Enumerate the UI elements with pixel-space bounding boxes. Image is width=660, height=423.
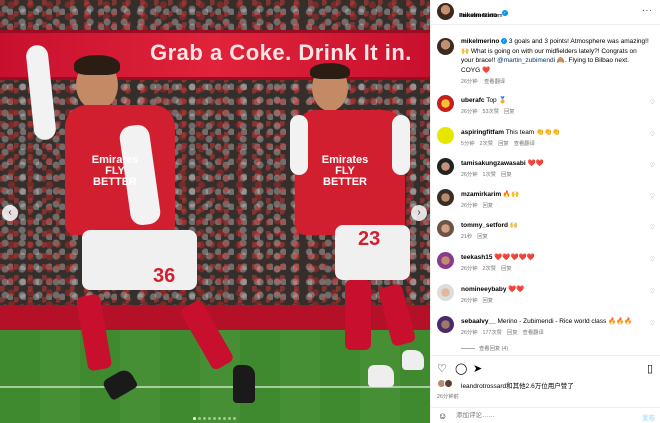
like-comment-icon[interactable]: ♡ [650,131,655,138]
comment-text: This team 👏👏👏 [505,129,561,136]
reply-button[interactable]: 回复 [501,266,512,272]
caption-mention[interactable]: @martin_zubimendi [497,57,555,64]
comment-avatar[interactable] [437,220,454,237]
comment-icon[interactable]: ◯ [455,362,467,375]
comment-avatar[interactable] [437,252,454,269]
next-image-button[interactable]: › [411,205,427,221]
comment-text: 🔥🙌 [502,191,520,198]
comment-username[interactable]: nomineeybaby [461,286,507,293]
like-icon[interactable]: ♡ [437,362,447,375]
comment-time: 26分钟 [461,298,478,304]
translate-button[interactable]: 查看翻译 [514,141,535,147]
like-comment-icon[interactable]: ♡ [650,224,655,231]
post-comment-button[interactable]: 发布 [642,412,655,422]
comment-avatar[interactable] [437,316,454,333]
comment-text: ❤️❤️ [527,160,544,167]
view-replies-button[interactable]: 查看回复 (4) [479,346,508,352]
like-comment-icon[interactable]: ♡ [650,99,655,106]
comment-likes[interactable]: 2次赞 [480,141,494,147]
comment-input[interactable] [456,412,606,419]
comment-time: 26分钟 [461,172,478,178]
share-icon[interactable]: ➤ [473,362,482,375]
post-actions: ♡ ◯ ➤ ▯ leandrotrossard和其他2.6万位用户赞了 26分钟… [431,355,660,423]
shirt-sponsor-left: Emirates FLY BETTER [91,154,139,188]
comment-username[interactable]: mzamirkarim [461,191,501,198]
carousel-dots [193,417,236,420]
comment-time: 26分钟 [461,330,478,336]
comment-username[interactable]: uberafc [461,97,484,104]
caption-avatar[interactable] [437,38,454,55]
comment-text: Top 🏅 [486,97,507,104]
comment-username[interactable]: aspiringfitfam [461,129,504,136]
comment-avatar[interactable] [437,127,454,144]
caption-username[interactable]: mikelmerino [461,38,499,45]
comment-likes[interactable]: 53次赞 [483,109,500,115]
reply-button[interactable]: 回复 [483,203,494,209]
comment-time: 26分钟 [461,203,478,209]
comment-likes[interactable]: 1次赞 [483,172,497,178]
shorts-number-left: 36 [153,265,176,287]
verified-icon: ✓ [501,9,508,16]
player-left: Emirates FLY BETTER 36 [20,15,280,415]
save-icon[interactable]: ▯ [647,362,653,375]
like-comment-icon[interactable]: ♡ [650,320,655,327]
comment-time: 26分钟 [461,266,478,272]
reply-button[interactable]: 回复 [483,298,494,304]
translate-button[interactable]: 查看翻译 [523,330,544,336]
comment-avatar[interactable] [437,189,454,206]
more-options-icon[interactable]: ··· [642,6,653,15]
post-photo[interactable]: Grab a Coke. Drink It in. Emirates FLY B… [0,0,430,423]
liked-by-text[interactable]: leandrotrossard和其他2.6万位用户赞了 [461,380,574,390]
post-header: mikelmerino ✓ Emirates Stadium ··· [431,0,660,25]
caption-time: 26分钟 [461,79,478,85]
comment-text: ❤️❤️ [508,286,525,293]
reply-button[interactable]: 回复 [501,172,512,178]
comment-username[interactable]: tamisakungzawasabi [461,160,526,167]
comment-text: 🙌 [509,222,518,229]
comment-avatar[interactable] [437,158,454,175]
verified-icon: ✓ [501,38,508,45]
author-avatar[interactable] [437,3,454,20]
prev-image-button[interactable]: ‹ [2,205,18,221]
shirt-sponsor-right: Emirates FLY BETTER [321,154,369,188]
comment-avatar[interactable] [437,284,454,301]
emoji-icon[interactable]: ☺ [438,411,447,421]
reply-button[interactable]: 回复 [498,141,509,147]
like-comment-icon[interactable]: ♡ [650,288,655,295]
comment-likes[interactable]: 177次赞 [483,330,502,336]
reply-button[interactable]: 回复 [477,234,488,240]
like-comment-icon[interactable]: ♡ [650,162,655,169]
reply-button[interactable]: 回复 [507,330,518,336]
post-location[interactable]: Emirates Stadium [459,13,502,19]
comment-box: ☺ 发布 [431,407,660,423]
player-right: Emirates FLY BETTER 23 [290,60,430,400]
comment-text: ❤️❤️❤️❤️❤️ [494,254,535,261]
comment-time: 5分钟 [461,141,475,147]
comment-likes[interactable]: 2次赞 [483,266,497,272]
caption-translate[interactable]: 查看翻译 [484,79,505,85]
comment-time: 21秒 [461,234,473,240]
post-panel: mikelmerino ✓ Emirates Stadium ··· mikel… [430,0,660,423]
comment-avatar[interactable] [437,95,454,112]
reply-button[interactable]: 回复 [504,109,515,115]
comment-time: 26分钟 [461,109,478,115]
like-comment-icon[interactable]: ♡ [650,193,655,200]
comment-username[interactable]: sebaalvy__ [461,318,496,325]
comment-text: Merino - Zubimendi - Rice world class 🔥🔥… [497,318,633,325]
like-comment-icon[interactable]: ♡ [650,256,655,263]
post-time: 26分钟前 [437,394,459,400]
shorts-number-right: 23 [358,228,381,250]
comment-username[interactable]: teekash15 [461,254,492,261]
liked-by-avatars [437,379,459,389]
comment-username[interactable]: tommy_setford [461,222,508,229]
